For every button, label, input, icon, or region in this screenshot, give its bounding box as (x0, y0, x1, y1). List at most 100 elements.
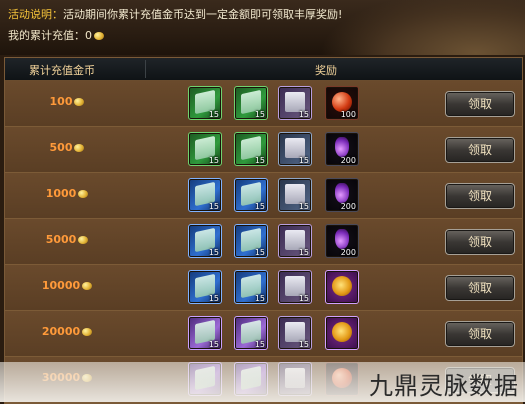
purple-scroll-icon[interactable]: 15 (278, 316, 312, 350)
col-reward-header: 奖励 (315, 64, 337, 77)
topup-amount-value: 100 (49, 95, 73, 108)
my-topup-label: 我的累计充值： (8, 29, 85, 42)
purple-potion-icon[interactable]: 200 (325, 132, 359, 166)
purple-scroll-icon[interactable]: 15 (278, 270, 312, 304)
purple-potion-icon[interactable]: 200 (325, 224, 359, 258)
event-banner: 活动说明：活动期间你累计充值金币达到一定金额即可领取丰厚奖励! 我的累计充值：0 (0, 0, 525, 55)
header-divider (145, 60, 146, 78)
table-row: 20000 15 15 15 领取 (5, 311, 522, 357)
topup-amount-value: 20000 (41, 325, 81, 338)
green-skill-book-icon[interactable]: 15 (234, 132, 268, 166)
activity-description: 活动说明：活动期间你累计充值金币达到一定金额即可领取丰厚奖励! (8, 6, 342, 22)
col-amount-header: 累计充值金币 (29, 64, 95, 77)
topup-amount: 10000 (27, 279, 107, 292)
item-quantity: 200 (340, 248, 356, 257)
red-orb-icon[interactable]: 100 (325, 86, 359, 120)
my-topup-value: 0 (85, 29, 92, 42)
item-quantity: 15 (208, 202, 219, 211)
item-art (335, 229, 349, 249)
green-skill-book-icon[interactable]: 15 (188, 132, 222, 166)
blue-skill-book-icon[interactable]: 15 (188, 270, 222, 304)
purple-skill-book-icon[interactable]: 15 (234, 316, 268, 350)
topup-amount: 5000 (27, 233, 107, 246)
gold-coin-icon (94, 32, 104, 40)
item-quantity: 15 (298, 340, 309, 349)
item-quantity: 15 (208, 294, 219, 303)
purple-scroll-icon[interactable]: 15 (278, 224, 312, 258)
claim-button[interactable]: 领取 (445, 137, 515, 163)
item-quantity: 15 (254, 340, 265, 349)
claim-button[interactable]: 领取 (445, 321, 515, 347)
item-quantity: 200 (340, 156, 356, 165)
gold-sun-emblem-icon[interactable] (325, 316, 359, 350)
purple-scroll-icon[interactable]: 15 (278, 86, 312, 120)
gold-coin-icon (74, 144, 85, 152)
topup-amount-value: 1000 (45, 187, 77, 200)
gold-sun-emblem-icon[interactable] (325, 270, 359, 304)
blue-skill-book-icon[interactable]: 15 (188, 178, 222, 212)
purple-skill-book-icon[interactable]: 15 (188, 316, 222, 350)
reward-table: 累计充值金币 奖励 100 15 15 15 100 领取 500 15 15 15 200 领取 10… (4, 57, 523, 404)
item-quantity: 100 (340, 110, 356, 119)
table-row: 500 15 15 15 200 领取 (5, 127, 522, 173)
item-quantity: 15 (208, 110, 219, 119)
gold-coin-icon (74, 98, 85, 106)
gold-coin-icon (82, 282, 93, 290)
blue-skill-book-icon[interactable]: 15 (234, 178, 268, 212)
item-quantity: 15 (208, 156, 219, 165)
topup-amount-value: 500 (49, 141, 73, 154)
item-art (335, 137, 349, 157)
item-art (285, 92, 305, 112)
activity-text: 活动期间你累计充值金币达到一定金额即可领取丰厚奖励! (63, 8, 343, 21)
claim-button[interactable]: 领取 (445, 91, 515, 117)
item-art (285, 230, 305, 250)
item-art (332, 322, 352, 342)
item-art (285, 184, 305, 204)
blue-skill-book-icon[interactable]: 15 (234, 270, 268, 304)
claim-button[interactable]: 领取 (445, 229, 515, 255)
topup-amount-value: 5000 (45, 233, 77, 246)
item-art (285, 138, 305, 158)
item-quantity: 200 (340, 202, 356, 211)
table-header: 累计充值金币 奖励 (5, 58, 522, 81)
item-quantity: 15 (254, 156, 265, 165)
item-quantity: 15 (298, 294, 309, 303)
item-quantity: 15 (298, 156, 309, 165)
item-art (285, 322, 305, 342)
claim-button[interactable]: 领取 (445, 183, 515, 209)
purple-potion-icon[interactable]: 200 (325, 178, 359, 212)
topup-amount: 500 (27, 141, 107, 154)
item-quantity: 15 (298, 202, 309, 211)
topup-amount: 1000 (27, 187, 107, 200)
watermark-text: 九鼎灵脉数据 (369, 372, 519, 400)
gold-coin-icon (78, 190, 89, 198)
claim-button[interactable]: 领取 (445, 275, 515, 301)
banner-decoration (320, 0, 525, 55)
item-quantity: 15 (208, 248, 219, 257)
topup-amount: 100 (27, 95, 107, 108)
item-quantity: 15 (208, 340, 219, 349)
table-row: 1000 15 15 15 200 领取 (5, 173, 522, 219)
topup-amount: 20000 (27, 325, 107, 338)
green-skill-book-icon[interactable]: 15 (234, 86, 268, 120)
item-quantity: 15 (298, 110, 309, 119)
blue-scroll-icon[interactable]: 15 (278, 178, 312, 212)
my-topup: 我的累计充值：0 (8, 27, 104, 43)
item-art (332, 276, 352, 296)
table-row: 100 15 15 15 100 领取 (5, 81, 522, 127)
item-quantity: 15 (254, 110, 265, 119)
activity-label: 活动说明： (8, 8, 63, 21)
green-skill-book-icon[interactable]: 15 (188, 86, 222, 120)
item-art (332, 92, 352, 112)
blue-skill-book-icon[interactable]: 15 (188, 224, 222, 258)
item-quantity: 15 (254, 248, 265, 257)
item-quantity: 15 (254, 202, 265, 211)
table-row: 5000 15 15 15 200 领取 (5, 219, 522, 265)
blue-scroll-icon[interactable]: 15 (278, 132, 312, 166)
gold-coin-icon (78, 236, 89, 244)
item-art (335, 183, 349, 203)
item-art (285, 276, 305, 296)
blue-skill-book-icon[interactable]: 15 (234, 224, 268, 258)
item-quantity: 15 (254, 294, 265, 303)
topup-amount-value: 10000 (41, 279, 81, 292)
